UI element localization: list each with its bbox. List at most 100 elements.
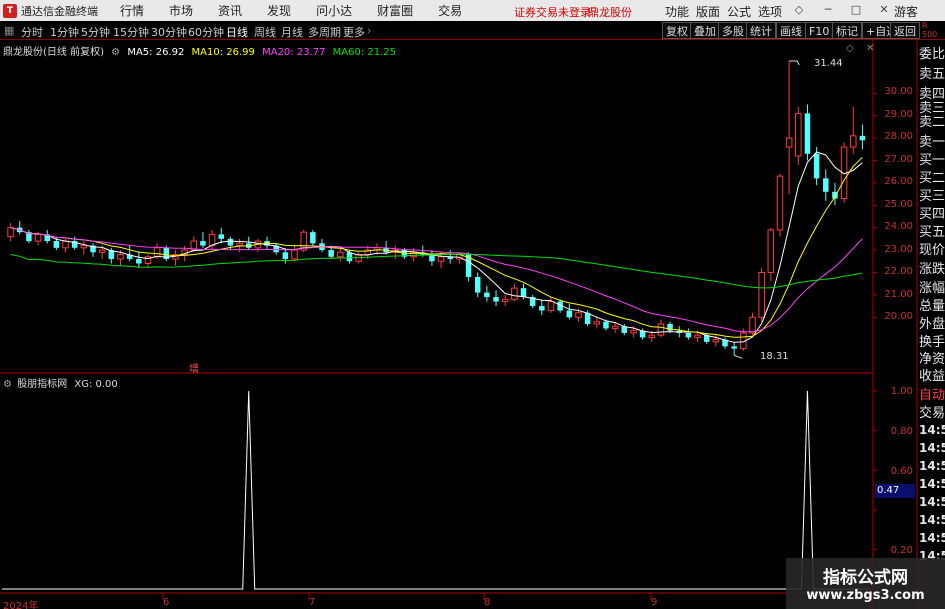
price-tick: 24.00 (884, 221, 913, 232)
maximize-icon[interactable]: □ (848, 2, 864, 18)
legend-ma10: MA10: 26.99 (191, 47, 255, 58)
date-tick: 9 (651, 597, 658, 608)
period-monthly[interactable]: 月线 (281, 24, 303, 40)
period-multi[interactable]: 多周期 (308, 24, 341, 40)
legend-ma20: MA20: 23.77 (262, 47, 326, 58)
main-legend: 鼎龙股份(日线 前复权) ⚙ MA5: 26.92 MA10: 26.99 MA… (3, 43, 396, 58)
indicator-tick: 1.00 (890, 386, 913, 397)
legend-ma5: MA5: 26.92 (127, 47, 185, 58)
date-tick: 7 (309, 597, 316, 608)
side-label: 涨跌 (919, 262, 945, 277)
menu-market[interactable]: 市场 (169, 2, 193, 19)
low-price-label: 18.31 (760, 351, 789, 362)
kline-chart-area[interactable]: 鼎龙股份(日线 前复权) ⚙ MA5: 26.92 MA10: 26.99 MA… (0, 40, 945, 609)
tool-mark[interactable]: 标记 (832, 22, 862, 39)
menu-news[interactable]: 资讯 (218, 2, 242, 19)
period-30min[interactable]: 30分钟 (151, 24, 187, 40)
chevron-right-icon[interactable]: › (367, 24, 371, 37)
candle-body (437, 256, 445, 262)
price-tick: 25.00 (884, 199, 913, 210)
tick-time: 14:56 (919, 531, 945, 545)
candle-body (539, 306, 545, 311)
indicator-gear-icon[interactable]: ⚙ (3, 379, 12, 390)
candle-body (80, 245, 88, 249)
candle-body (749, 316, 756, 334)
date-tick: 6 (163, 597, 170, 608)
close-icon[interactable]: ✕ (876, 2, 892, 18)
xg-current-value: 0.47 (875, 484, 915, 498)
price-tick: 26.00 (884, 176, 913, 187)
menu-ask-xiaoda[interactable]: 问小达 (316, 2, 352, 19)
period-15min[interactable]: 15分钟 (113, 24, 149, 40)
menu-trade[interactable]: 交易 (438, 2, 462, 19)
side-label[interactable]: 交易 (919, 403, 945, 424)
menu-discover[interactable]: 发现 (267, 2, 291, 19)
current-stock-name: 鼎龙股份 (588, 6, 632, 19)
guest-user[interactable]: 游客 (894, 3, 918, 20)
candle-body (575, 312, 582, 318)
period-intraday[interactable]: 分时 (21, 24, 43, 40)
menu-layout[interactable]: 版面 (696, 3, 720, 20)
period-more[interactable]: 更多 (343, 24, 365, 40)
candle-body (859, 135, 866, 141)
period-60min[interactable]: 60分钟 (188, 24, 224, 40)
candle-body (98, 249, 106, 253)
side-label: 收益 (919, 369, 945, 384)
grid-icon[interactable]: ▦ (4, 24, 14, 37)
broker-login-status[interactable]: 证券交易未登录 (514, 4, 591, 20)
candle-body (218, 234, 224, 239)
menu-options[interactable]: 选项 (758, 3, 782, 20)
side-label: 委比 (919, 47, 945, 62)
period-daily[interactable]: 日线 (226, 24, 248, 40)
tool-f10[interactable]: F10 (805, 22, 834, 39)
tool-back[interactable]: 返回 (890, 22, 920, 39)
candle-body (291, 249, 298, 260)
watermark: 指标公式网 www.zbgs3.com (786, 558, 945, 609)
r500-badge: R 500 (922, 21, 938, 39)
candle-body (484, 292, 490, 298)
chart-close-icon[interactable]: ✕ (866, 43, 874, 54)
chart-canvas (0, 40, 945, 609)
minimize-icon[interactable]: ─ (820, 2, 836, 18)
xg-indicator-line (2, 390, 871, 590)
legend-ma60: MA60: 21.25 (332, 47, 397, 58)
indicator-legend-title: 股朋指标网 (17, 379, 68, 390)
tool-statistics[interactable]: 统计 (746, 22, 776, 39)
indicator-tick: 0.20 (890, 545, 913, 556)
candle-body (520, 288, 527, 298)
period-weekly[interactable]: 周线 (254, 24, 276, 40)
diamond-icon[interactable]: ◇ (846, 43, 854, 54)
period-1min[interactable]: 1分钟 (50, 24, 79, 40)
skin-icon[interactable]: ◇ (791, 2, 807, 18)
candle-body (328, 250, 334, 257)
main-legend-title: 鼎龙股份(日线 前复权) (3, 47, 104, 58)
candle-body (337, 251, 344, 258)
menu-market-quotes[interactable]: 行情 (120, 2, 144, 19)
menu-function[interactable]: 功能 (665, 3, 689, 20)
indicator-tick: 0.80 (890, 426, 913, 437)
tool-multi-stock[interactable]: 多股 (718, 22, 748, 39)
menu-formula[interactable]: 公式 (727, 3, 751, 20)
indicator-legend: ⚙ 股朋指标网 XG: 0.00 (3, 375, 118, 390)
tick-time: 14:56 (919, 441, 945, 455)
price-tick: 29.00 (884, 109, 913, 120)
tick-time: 14:56 (919, 495, 945, 509)
date-tick: 8 (484, 597, 491, 608)
candle-body (823, 178, 829, 192)
candle-body (731, 346, 737, 349)
candle-body (493, 297, 499, 302)
ma20-line (10, 227, 863, 333)
price-tick: 28.00 (884, 131, 913, 142)
tool-draw-line[interactable]: 画线 (776, 22, 806, 39)
period-5min[interactable]: 5分钟 (81, 24, 110, 40)
tool-adjust-price[interactable]: 复权 (662, 22, 692, 39)
candle-body (136, 259, 142, 264)
candle-body (850, 135, 857, 148)
candle-body (200, 241, 206, 246)
candle-body (62, 240, 69, 249)
legend-gear-icon[interactable]: ⚙ (111, 47, 120, 58)
menu-wealth-circle[interactable]: 财富圈 (377, 2, 413, 19)
candle-body (282, 252, 289, 260)
price-tick: 23.00 (884, 244, 913, 255)
tool-overlay[interactable]: 叠加 (690, 22, 720, 39)
